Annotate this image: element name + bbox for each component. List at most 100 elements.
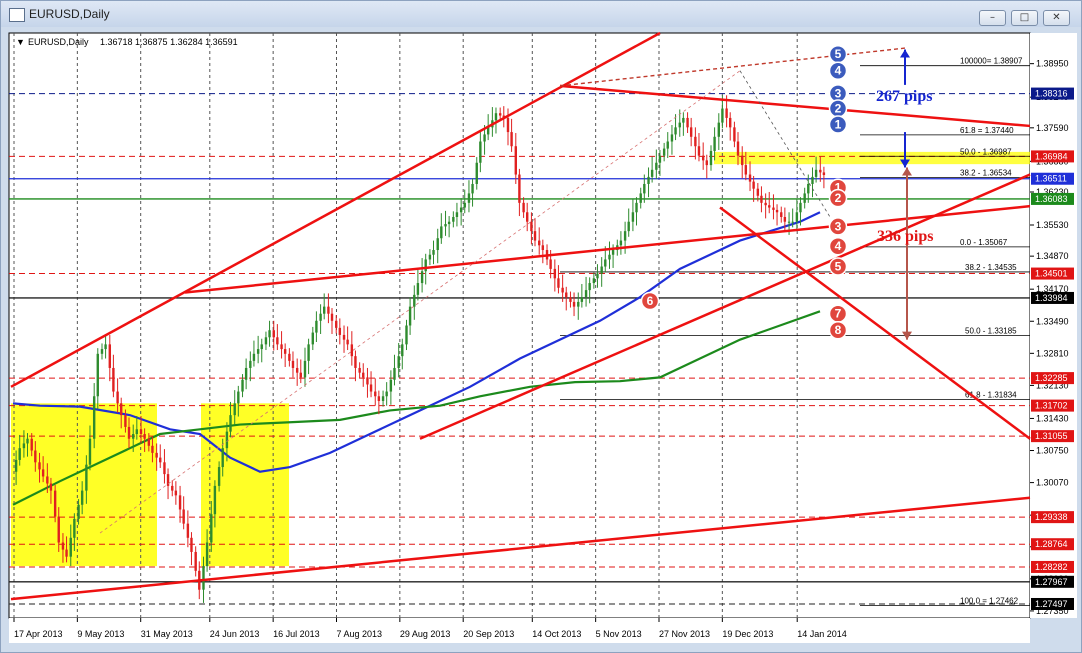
candle-body — [389, 379, 393, 392]
candle-body — [678, 122, 681, 128]
fibo-level-label: 61.8 = 1.37440 — [960, 126, 1014, 135]
candle-body — [299, 372, 302, 378]
candle-body — [463, 202, 466, 208]
candle-body — [697, 146, 701, 156]
price-tag-label: 1.36984 — [1035, 151, 1068, 161]
candle-body — [272, 330, 275, 338]
candle-body — [338, 327, 342, 335]
chart-symbol-label: EURUSD,Daily — [28, 37, 89, 47]
candle-body — [459, 207, 463, 213]
candle-body — [217, 467, 221, 486]
candle-body — [358, 367, 361, 373]
x-axis-tick-label: 20 Sep 2013 — [463, 629, 514, 639]
candle-body — [577, 301, 580, 307]
candle-body — [307, 344, 310, 361]
candle-body — [408, 306, 412, 326]
y-axis-tick-label: 1.35530 — [1036, 220, 1069, 230]
candle-body — [752, 181, 755, 189]
candle-body — [522, 202, 525, 213]
price-tag-label: 1.34501 — [1035, 269, 1068, 279]
candle-body — [163, 462, 166, 475]
candle-body — [557, 278, 560, 288]
candle-body — [143, 434, 146, 439]
candle-body — [580, 297, 584, 302]
candle-body — [73, 518, 76, 538]
red-marker-label: 3 — [835, 219, 842, 233]
candle-body — [494, 113, 498, 121]
candle-body — [366, 377, 369, 385]
candle-body — [682, 117, 685, 123]
candle-body — [393, 367, 396, 380]
price-tag-label: 1.27497 — [1035, 599, 1068, 609]
candle-body — [178, 495, 182, 510]
x-axis-tick-label: 24 Jun 2013 — [210, 629, 260, 639]
y-axis-tick-label: 1.38950 — [1036, 59, 1069, 69]
price-tag-label: 1.38316 — [1035, 89, 1068, 99]
highlight-zone-may — [11, 403, 157, 567]
candle-body — [596, 273, 599, 279]
candle-body — [132, 434, 135, 439]
candle-body — [819, 169, 822, 173]
candle-body — [155, 452, 158, 458]
candle-body — [69, 537, 72, 557]
candle-body — [455, 212, 459, 217]
candle-body — [280, 344, 283, 350]
candle-body — [65, 549, 68, 557]
red-marker-label: 4 — [835, 239, 842, 253]
candle-body — [428, 254, 432, 260]
candle-body — [432, 250, 435, 255]
candle-body — [256, 349, 260, 354]
candle-body — [381, 396, 385, 401]
candle-body — [46, 476, 49, 484]
candle-body — [85, 464, 88, 491]
y-axis-tick-label: 1.32810 — [1036, 348, 1069, 358]
candle-body — [662, 148, 666, 156]
candle-body — [108, 344, 111, 368]
candle-body — [225, 431, 229, 449]
candle-body — [744, 165, 748, 175]
x-axis-tick-label: 31 May 2013 — [141, 629, 193, 639]
candle-body — [791, 221, 794, 223]
candle-body — [479, 141, 482, 163]
candle-body — [57, 516, 60, 543]
candle-body — [34, 450, 37, 463]
red-marker-label: 7 — [835, 307, 842, 321]
candle-body — [229, 415, 232, 432]
candle-body — [822, 172, 826, 176]
price-chart[interactable]: 100000= 1.38907 61.8 = 1.37440 50.0 - 1.36… — [0, 0, 1082, 653]
candle-body — [283, 349, 287, 354]
candle-body — [795, 212, 799, 222]
candle-body — [166, 474, 170, 486]
candle-body — [260, 344, 263, 350]
blue-marker-label: 2 — [835, 101, 842, 115]
candle-body — [549, 259, 552, 269]
candle-body — [210, 514, 213, 543]
candle-body — [631, 212, 635, 222]
candle-body — [709, 150, 713, 166]
candle-body — [14, 459, 18, 472]
candle-body — [323, 306, 326, 314]
candle-body — [467, 193, 471, 203]
candle-body — [483, 134, 486, 142]
chart-menu-marker[interactable]: ▼ — [16, 37, 25, 47]
candle-body — [584, 290, 588, 298]
candle-body — [604, 259, 607, 267]
candle-body — [127, 426, 131, 439]
candle-body — [291, 360, 295, 368]
candle-body — [405, 325, 408, 345]
candle-body — [77, 504, 80, 519]
candle-body — [147, 438, 151, 446]
blue-marker-label: 4 — [835, 64, 842, 78]
candle-body — [748, 174, 752, 182]
candle-body — [311, 332, 314, 345]
red-marker-label: 5 — [835, 260, 842, 274]
candle-body — [608, 254, 611, 260]
candle-body — [18, 448, 21, 460]
x-axis-tick-label: 9 May 2013 — [77, 629, 124, 639]
candle-body — [49, 483, 53, 491]
candle-body — [689, 127, 693, 137]
candle-body — [151, 445, 154, 453]
x-axis-tick-label: 5 Nov 2013 — [596, 629, 642, 639]
candle-body — [295, 367, 299, 373]
candle-body — [264, 337, 268, 345]
